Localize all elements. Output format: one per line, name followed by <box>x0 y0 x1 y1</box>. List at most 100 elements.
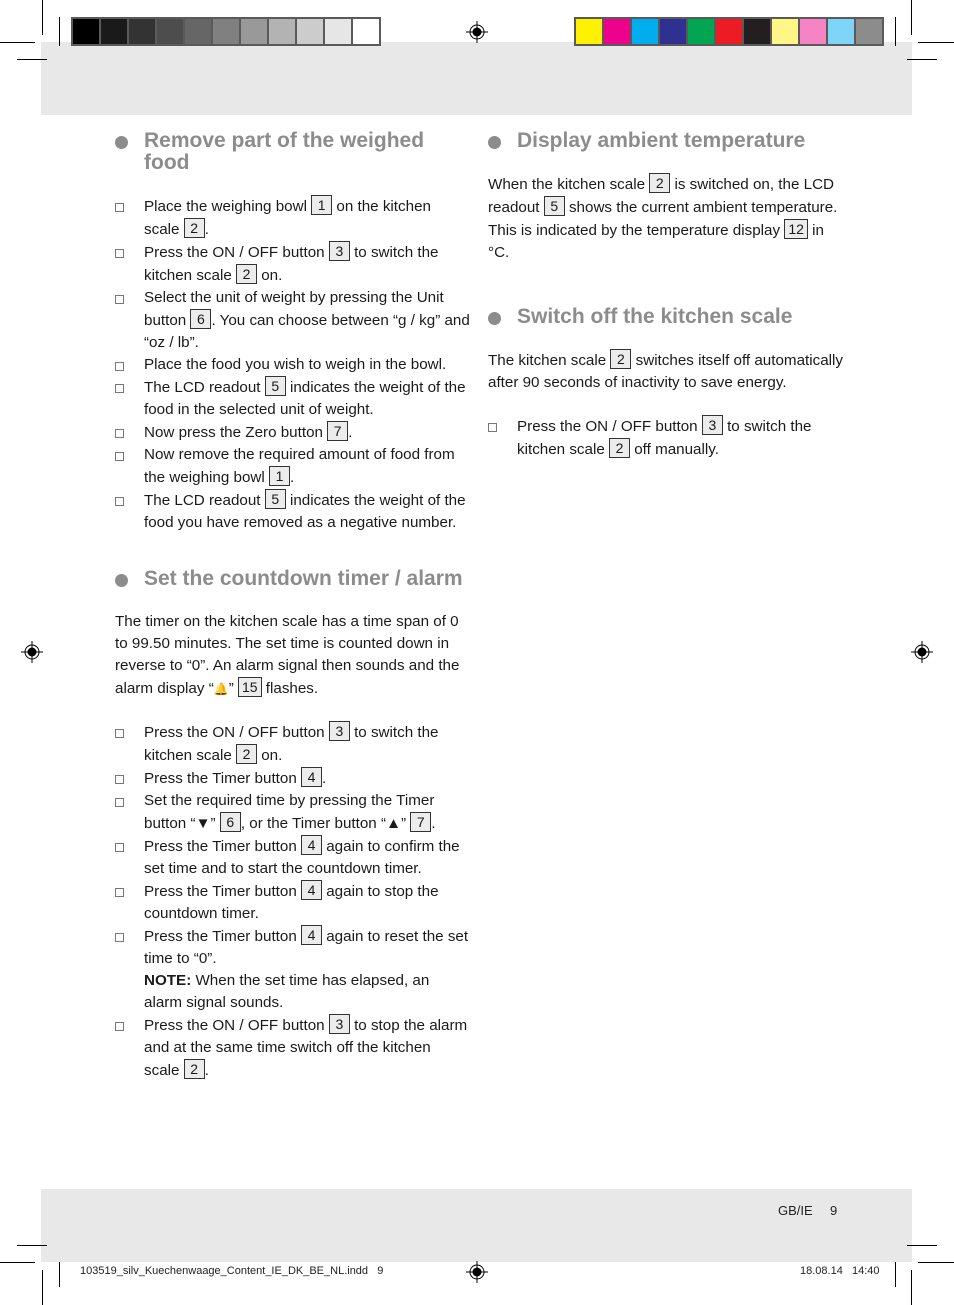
list-item: Place the food you wish to weigh in the … <box>115 354 470 376</box>
step-text: . <box>322 770 327 787</box>
step-text: Place the weighing bowl <box>144 198 312 215</box>
part-reference: 6 <box>190 309 212 329</box>
list-item: Now remove the required amount of food f… <box>115 444 470 489</box>
intro-text: ” <box>228 680 238 697</box>
right-column: Display ambient temperature When the kit… <box>488 130 848 495</box>
color-swatch <box>157 19 183 44</box>
color-swatch <box>241 19 267 44</box>
color-swatch <box>129 19 155 44</box>
part-reference: 5 <box>543 196 565 216</box>
color-swatch <box>632 19 658 44</box>
checkbox-bullet-icon <box>115 497 124 506</box>
cmyk-color-bar <box>574 17 884 46</box>
checkbox-bullet-icon <box>488 423 497 432</box>
alarm-bell-icon: 🔔 <box>213 682 229 696</box>
list-item: Press the Timer button 4 again to stop t… <box>115 880 470 925</box>
checkbox-bullet-icon <box>115 362 124 371</box>
checkbox-bullet-icon <box>115 888 124 897</box>
crop-mark <box>907 59 937 60</box>
list-item: Set the required time by pressing the Ti… <box>115 790 470 835</box>
checkbox-bullet-icon <box>115 249 124 258</box>
part-reference: 4 <box>301 925 323 945</box>
section-switch-off: Switch off the kitchen scale The kitchen… <box>488 306 848 461</box>
step-text: on. <box>257 267 283 284</box>
list-item: Press the Timer button 4 again to reset … <box>115 925 470 1014</box>
crop-mark <box>918 42 954 43</box>
color-swatch <box>800 19 826 44</box>
list-item: Now press the Zero button 7. <box>115 421 470 444</box>
step-text: Place the food you wish to weigh in the … <box>144 356 447 373</box>
part-reference: 12 <box>784 219 808 239</box>
temperature-text: When the kitchen scale 2 is switched on,… <box>488 173 848 264</box>
part-reference: 3 <box>328 241 350 261</box>
step-list: Place the weighing bowl 1 on the kitchen… <box>115 195 470 534</box>
part-reference: 3 <box>328 1014 350 1034</box>
step-text: Now remove the required amount of food f… <box>144 446 455 486</box>
list-item: Press the Timer button 4 again to confir… <box>115 835 470 880</box>
list-item: Press the Timer button 4. <box>115 767 470 790</box>
crop-mark <box>911 1270 912 1305</box>
color-swatch <box>73 19 99 44</box>
part-reference: 2 <box>183 218 205 238</box>
step-text: The LCD readout <box>144 379 265 396</box>
color-swatch <box>660 19 686 44</box>
note-label: NOTE: <box>144 972 192 989</box>
list-item: Select the unit of weight by pressing th… <box>115 287 470 354</box>
list-item: Press the ON / OFF button 3 to switch th… <box>115 241 470 287</box>
checkbox-bullet-icon <box>115 295 124 304</box>
slug-filename: 103519_silv_Kuechenwaage_Content_IE_DK_B… <box>80 1265 384 1277</box>
crop-mark <box>895 17 896 46</box>
color-swatch <box>716 19 742 44</box>
list-item: Press the ON / OFF button 3 to switch th… <box>488 415 848 461</box>
section-title: Display ambient temperature <box>517 129 806 152</box>
step-text: Press the ON / OFF button <box>144 1017 329 1034</box>
section-remove-part: Remove part of the weighed food Place th… <box>115 130 470 534</box>
crop-mark <box>0 1262 35 1263</box>
step-text: Press the Timer button <box>144 770 302 787</box>
section-ambient-temperature: Display ambient temperature When the kit… <box>488 130 848 264</box>
crop-mark <box>0 42 35 43</box>
part-reference: 2 <box>183 1059 205 1079</box>
color-swatch <box>297 19 323 44</box>
part-reference: 3 <box>328 721 350 741</box>
crop-mark <box>907 1245 937 1246</box>
auto-off-text: The kitchen scale 2 switches itself off … <box>488 349 848 394</box>
section-title: Remove part of the weighed food <box>144 129 425 174</box>
part-reference: 4 <box>301 880 323 900</box>
bullet-dot-icon <box>488 136 501 149</box>
part-reference: 2 <box>236 264 258 284</box>
checkbox-bullet-icon <box>115 798 124 807</box>
part-reference: 1 <box>268 466 290 486</box>
step-text: . <box>204 1062 209 1079</box>
step-text: . <box>348 424 353 441</box>
step-text: . <box>431 815 436 832</box>
step-text: Press the ON / OFF button <box>144 244 329 261</box>
step-text: , or the Timer button “▲” <box>240 815 411 832</box>
registration-mark-icon <box>466 21 488 43</box>
footer-band <box>41 1189 912 1262</box>
step-text: The LCD readout <box>144 492 265 509</box>
registration-mark-icon <box>911 641 933 663</box>
footer-language: GB/IE <box>778 1203 813 1218</box>
step-text: . <box>204 221 209 238</box>
step-text: Press the Timer button <box>144 838 302 855</box>
color-swatch <box>353 19 379 44</box>
crop-mark <box>42 1270 43 1305</box>
part-reference: 2 <box>649 173 671 193</box>
crop-mark <box>59 17 60 46</box>
part-reference: 1 <box>311 195 333 215</box>
registration-mark-icon <box>21 641 43 663</box>
part-reference: 5 <box>264 376 286 396</box>
color-swatch <box>185 19 211 44</box>
step-text: on. <box>257 747 283 764</box>
checkbox-bullet-icon <box>115 203 124 212</box>
color-swatch <box>576 19 602 44</box>
list-item: Press the ON / OFF button 3 to switch th… <box>115 721 470 767</box>
header-band <box>41 42 912 115</box>
step-list: Press the ON / OFF button 3 to switch th… <box>488 415 848 461</box>
step-text: The kitchen scale <box>488 352 611 369</box>
part-reference: 15 <box>237 677 262 697</box>
bullet-dot-icon <box>115 136 128 149</box>
section-title: Switch off the kitchen scale <box>517 305 793 328</box>
step-text: Now press the Zero button <box>144 424 328 441</box>
